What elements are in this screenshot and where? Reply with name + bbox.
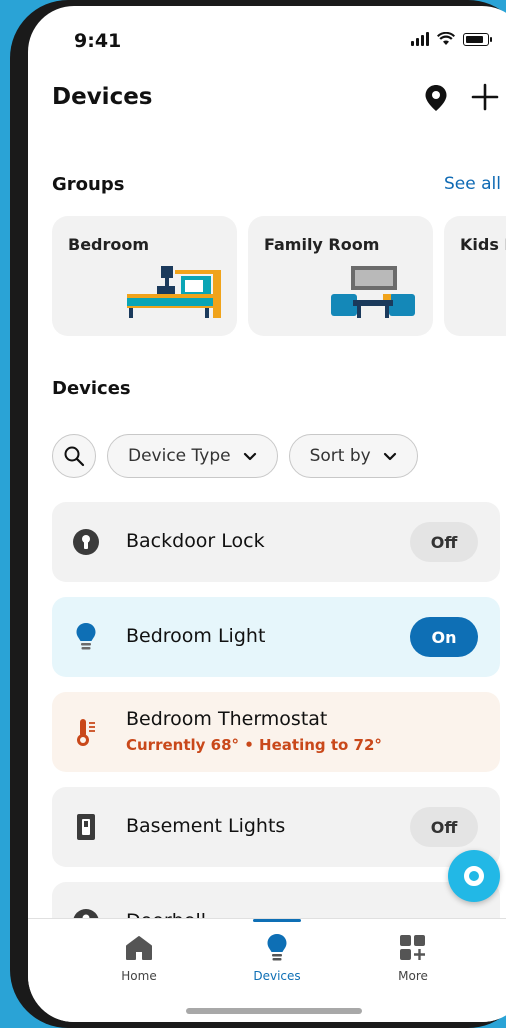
wifi-icon xyxy=(437,32,455,45)
device-type-label: Device Type xyxy=(128,446,231,466)
sort-by-label: Sort by xyxy=(309,446,371,466)
groups-title: Groups xyxy=(52,174,125,195)
device-card-basement-lights[interactable]: Basement Lights Off xyxy=(52,787,500,867)
nav-label: More xyxy=(398,969,428,983)
power-toggle-off[interactable]: Off xyxy=(410,807,478,847)
nav-home[interactable]: Home xyxy=(84,919,194,983)
bulb-icon xyxy=(72,623,100,651)
group-label: Kids Be xyxy=(460,235,506,254)
power-toggle-on[interactable]: On xyxy=(410,617,478,657)
nav-label: Home xyxy=(121,969,157,983)
battery-icon xyxy=(463,32,492,46)
add-device-button[interactable] xyxy=(470,82,500,112)
nav-devices[interactable]: Devices xyxy=(222,919,332,983)
app-screen: 9:41 Devices Groups See all Bedroom Fami… xyxy=(28,6,506,1022)
devices-title: Devices xyxy=(52,378,131,399)
group-card-family-room[interactable]: Family Room xyxy=(248,216,433,336)
group-label: Family Room xyxy=(264,235,380,254)
device-filters: Device Type Sort by xyxy=(52,434,418,478)
group-card-kids-bedroom[interactable]: Kids Be xyxy=(444,216,506,336)
sort-by-filter[interactable]: Sort by xyxy=(288,434,418,478)
groups-carousel: Bedroom Family Room Kids xyxy=(52,216,506,336)
device-name: Bedroom Thermostat xyxy=(126,708,328,730)
thermostat-icon xyxy=(72,718,100,746)
device-card-bedroom-thermostat[interactable]: Bedroom Thermostat Currently 68° • Heati… xyxy=(52,692,500,772)
phone-frame: 9:41 Devices Groups See all Bedroom Fami… xyxy=(10,0,506,1028)
chevron-down-icon xyxy=(243,452,256,460)
living-room-illustration-icon xyxy=(331,266,415,318)
bulb-icon xyxy=(267,934,287,961)
see-all-link[interactable]: See all xyxy=(444,174,501,194)
home-indicator xyxy=(186,1008,362,1014)
light-switch-icon xyxy=(72,813,100,841)
device-name: Basement Lights xyxy=(126,815,286,837)
signal-icon xyxy=(411,32,429,46)
status-icons xyxy=(411,32,492,46)
power-toggle-off[interactable]: Off xyxy=(410,522,478,562)
more-grid-icon xyxy=(400,935,425,960)
group-label: Bedroom xyxy=(68,235,150,254)
search-icon xyxy=(64,446,85,467)
nav-label: Devices xyxy=(253,969,301,983)
lock-icon xyxy=(72,528,100,556)
nav-more[interactable]: More xyxy=(358,919,468,983)
status-time: 9:41 xyxy=(74,30,122,52)
page-title: Devices xyxy=(52,84,153,110)
search-button[interactable] xyxy=(52,434,96,478)
location-pin-icon[interactable] xyxy=(424,84,448,112)
device-name: Bedroom Light xyxy=(126,625,266,647)
bed-illustration-icon xyxy=(127,266,221,318)
thermostat-status: Currently 68° • Heating to 72° xyxy=(126,736,382,754)
alexa-button[interactable] xyxy=(448,850,500,902)
device-type-filter[interactable]: Device Type xyxy=(107,434,278,478)
device-name: Backdoor Lock xyxy=(126,530,265,552)
group-card-bedroom[interactable]: Bedroom xyxy=(52,216,237,336)
device-card-bedroom-light[interactable]: Bedroom Light On xyxy=(52,597,500,677)
bottom-nav: Home Devices More xyxy=(28,918,506,1022)
home-icon xyxy=(126,936,152,960)
alexa-icon xyxy=(464,866,484,886)
device-card-backdoor-lock[interactable]: Backdoor Lock Off xyxy=(52,502,500,582)
chevron-down-icon xyxy=(383,452,396,460)
